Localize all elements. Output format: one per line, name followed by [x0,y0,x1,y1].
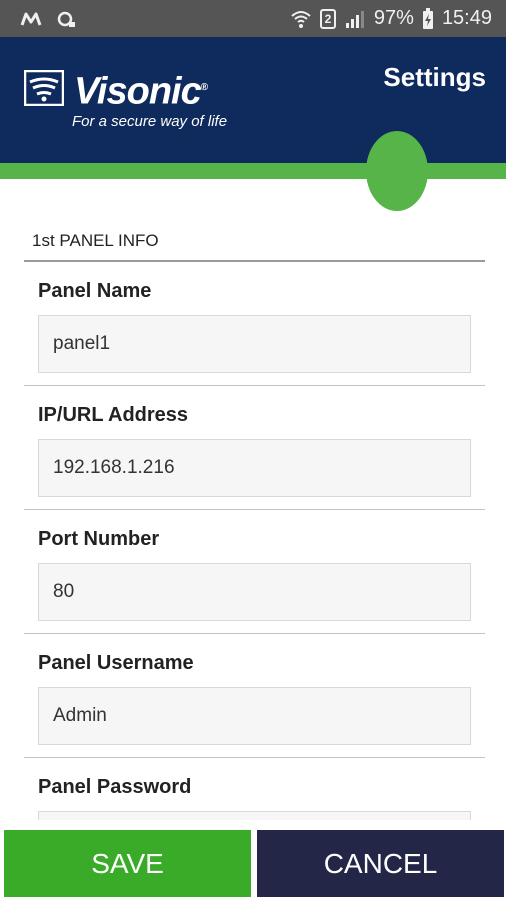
cancel-button[interactable]: CANCEL [257,830,504,897]
m-app-icon [20,11,42,27]
panel-username-field: Panel Username [24,634,485,758]
field-label: Panel Name [38,280,152,302]
panel-name-input[interactable] [38,315,471,373]
field-label: Port Number [38,528,160,550]
signal-icon [344,9,366,29]
visonic-logo: Visonic® For a secure way of life [24,68,227,130]
field-label: IP/URL Address [38,404,189,426]
panel-password-input[interactable] [38,811,471,820]
wifi-icon [290,9,312,29]
clock: 15:49 [441,7,492,29]
section-title: 1st PANEL INFO [24,228,485,262]
ip-url-field: IP/URL Address [24,386,485,510]
panel-name-field: Panel Name [24,262,485,386]
field-label: Panel Password [38,776,192,798]
battery-charging-icon [422,7,434,30]
accent-stripe [0,163,506,179]
port-number-input[interactable] [38,563,471,621]
battery-percent: 97% [373,7,414,29]
brand-tagline: For a secure way of life [72,112,228,130]
settings-form[interactable]: 1st PANEL INFO Panel Name IP/URL Address… [24,228,485,820]
sim-slot-badge: 2 [319,8,336,29]
accent-circle [366,131,428,211]
brand-name: Visonic [74,70,202,113]
cloud-sync-icon [56,10,78,28]
port-number-field: Port Number [24,510,485,634]
status-bar: 2 97% 15:49 [0,0,506,37]
ip-url-input[interactable] [38,439,471,497]
save-button[interactable]: SAVE [4,830,251,897]
visonic-logo-icon [24,70,64,106]
registered-mark: ® [200,82,208,93]
field-label: Panel Username [38,652,194,674]
page-title: Settings [383,62,486,92]
panel-password-field: Panel Password [24,758,485,820]
panel-username-input[interactable] [38,687,471,745]
